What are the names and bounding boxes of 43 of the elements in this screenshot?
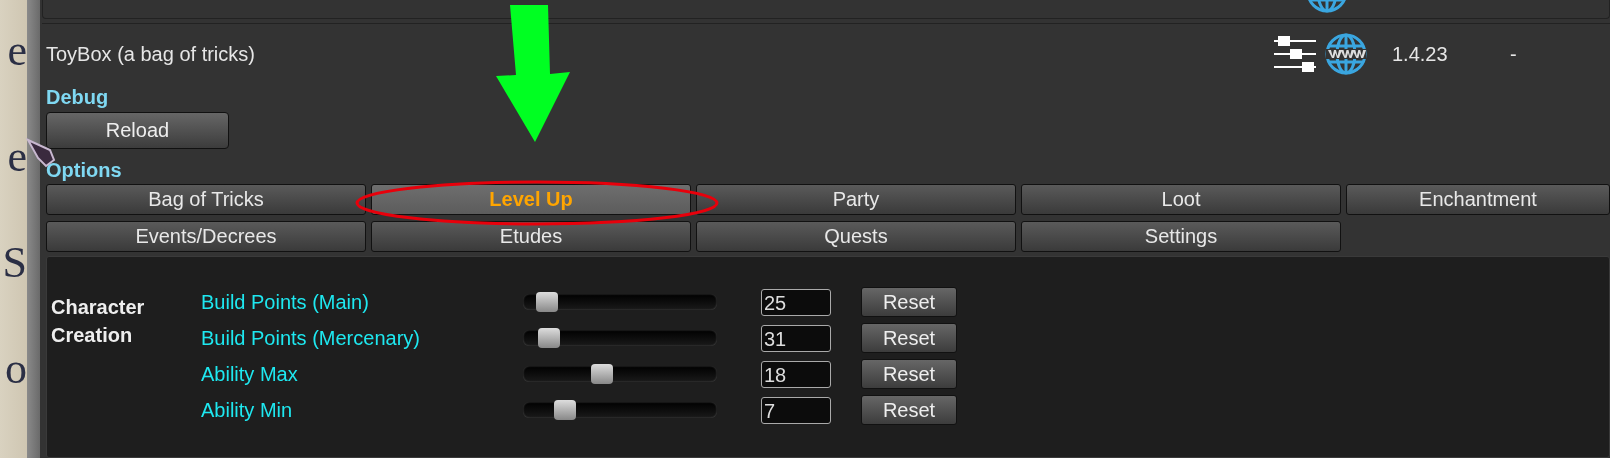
slider[interactable] — [523, 366, 717, 382]
slider-thumb[interactable] — [553, 400, 576, 420]
value-field[interactable]: 31 — [761, 324, 831, 352]
sliders-icon[interactable] — [1272, 34, 1318, 74]
tab[interactable]: Loot — [1021, 184, 1341, 215]
reset-button[interactable]: Reset — [861, 323, 957, 353]
background-letter: e — [7, 26, 27, 76]
tab[interactable]: Enchantment — [1346, 184, 1610, 215]
background-letter: S — [2, 238, 27, 288]
setting-label: Build Points (Mercenary) — [201, 326, 421, 350]
globe-icon[interactable] — [1305, 0, 1349, 14]
setting-label: Ability Max — [201, 362, 299, 386]
mod-version: 1.4.23 — [1392, 42, 1449, 66]
value-field[interactable]: 18 — [761, 360, 831, 388]
tab[interactable]: Events/Decrees — [46, 221, 366, 252]
section-heading: Debug — [46, 86, 110, 109]
tab[interactable]: Etudes — [371, 221, 691, 252]
background-letter: o — [5, 344, 27, 394]
reload-button[interactable]: Reload — [46, 112, 229, 149]
mod-column-text: - — [1510, 42, 1518, 66]
setting-label: Build Points (Main) — [201, 290, 370, 314]
slider-thumb[interactable] — [536, 292, 559, 312]
slider[interactable] — [523, 402, 717, 418]
mod-name: ToyBox (a bag of tricks) — [46, 42, 256, 66]
slider[interactable] — [523, 330, 717, 346]
tab[interactable]: Settings — [1021, 221, 1341, 252]
reset-button[interactable]: Reset — [861, 359, 957, 389]
slider-thumb[interactable] — [538, 328, 561, 348]
setting-label: Ability Min — [201, 398, 294, 422]
group-heading: Character Creation — [51, 295, 146, 348]
tab[interactable]: Party — [696, 184, 1016, 215]
tab[interactable]: Bag of Tricks — [46, 184, 366, 215]
section-heading: Options — [46, 159, 123, 182]
globe-icon[interactable] — [1324, 32, 1368, 76]
value-field[interactable]: 25 — [761, 288, 831, 316]
tab[interactable]: Quests — [696, 221, 1016, 252]
background-letter: e — [7, 132, 27, 182]
reset-button[interactable]: Reset — [861, 395, 957, 425]
reset-button[interactable]: Reset — [861, 287, 957, 317]
slider[interactable] — [523, 294, 717, 310]
slider-thumb[interactable] — [590, 364, 613, 384]
value-field[interactable]: 7 — [761, 396, 831, 424]
scrollbar[interactable] — [27, 0, 40, 458]
